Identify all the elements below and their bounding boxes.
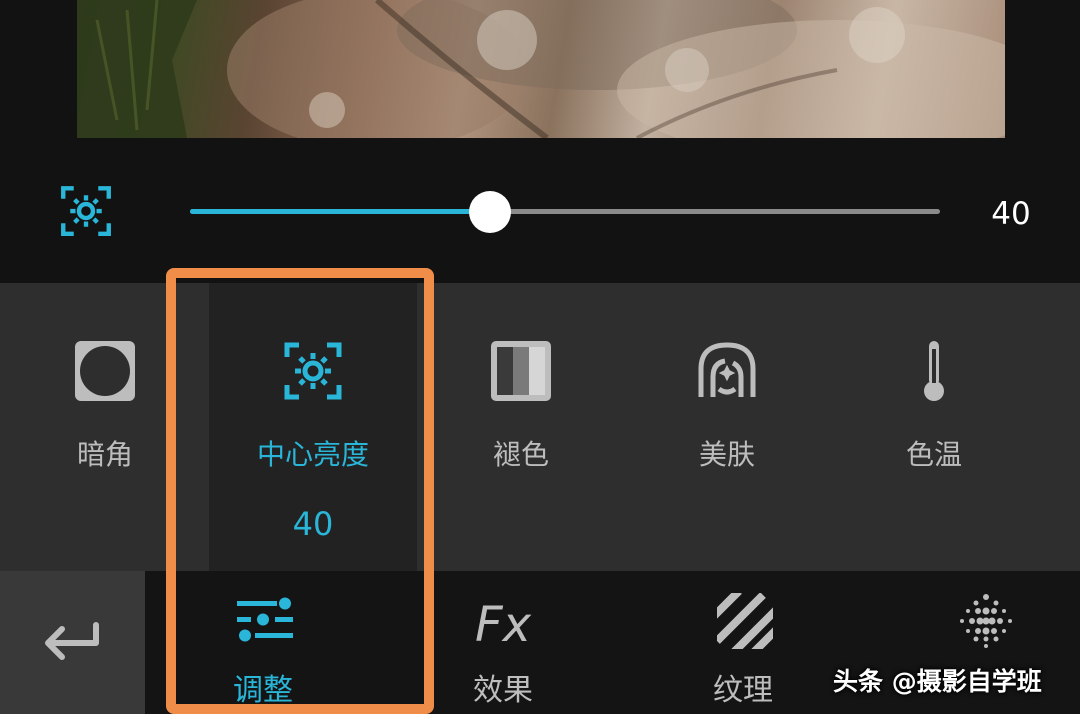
- thermometer-icon: [902, 339, 966, 403]
- watermark: 头条 @摄影自学班: [833, 667, 1042, 696]
- stripes-icon: [713, 589, 777, 653]
- tool-center-brightness[interactable]: 中心亮度 40: [209, 283, 417, 571]
- tool-label: 暗角: [76, 438, 133, 471]
- skin-smoothing-icon: [695, 339, 759, 403]
- center-brightness-icon: [281, 339, 345, 403]
- photo-preview: [77, 0, 1005, 138]
- svg-text:Fx: Fx: [475, 597, 532, 653]
- tool-label: 美肤: [698, 438, 755, 471]
- nav-tab-effects[interactable]: Fx 效果: [403, 571, 603, 714]
- tool-vignette[interactable]: 暗角: [1, 283, 209, 571]
- back-arrow-icon: [45, 622, 99, 660]
- vignette-icon: [73, 339, 137, 403]
- tool-label: 中心亮度: [256, 438, 369, 471]
- sliders-icon: [233, 589, 297, 653]
- tool-skin-smoothing[interactable]: 美肤: [623, 283, 831, 571]
- center-brightness-icon: [58, 183, 114, 239]
- dot-grid-icon: [954, 589, 1018, 653]
- slider-track[interactable]: [190, 209, 940, 214]
- fade-icon: [489, 339, 553, 403]
- slider-value: 40: [991, 196, 1031, 232]
- nav-label: 效果: [473, 673, 533, 708]
- slider-thumb[interactable]: [469, 191, 511, 233]
- fx-icon: Fx: [473, 589, 537, 653]
- nav-tab-adjust[interactable]: 调整: [163, 571, 363, 714]
- slider-fill: [190, 209, 490, 214]
- tool-color-temperature[interactable]: 色温: [830, 283, 1038, 571]
- nav-label: 调整: [233, 673, 293, 708]
- tool-fade[interactable]: 褪色: [417, 283, 625, 571]
- nav-tab-texture[interactable]: 纹理: [643, 571, 843, 714]
- tool-label: 色温: [905, 438, 962, 471]
- nav-label: 纹理: [713, 673, 773, 708]
- tool-label: 褪色: [492, 438, 549, 471]
- tool-value: 40: [292, 505, 334, 543]
- back-button[interactable]: [0, 571, 145, 714]
